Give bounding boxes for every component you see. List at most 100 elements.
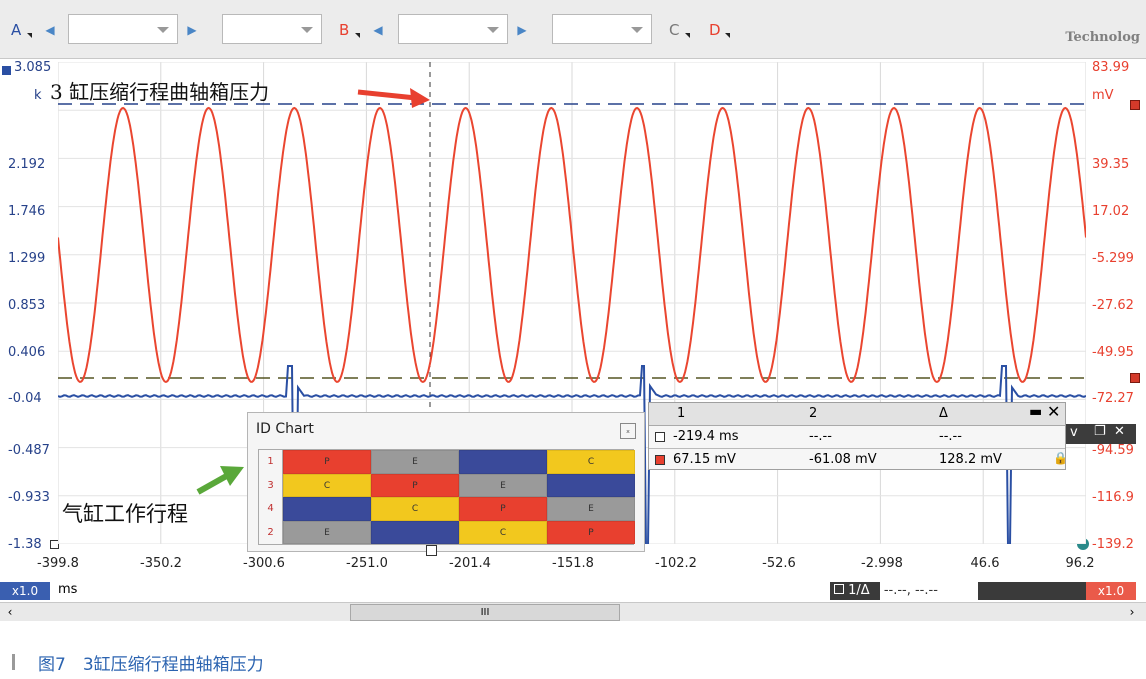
ruler-header-2: 2 (809, 406, 818, 421)
id-chart-cell (459, 450, 547, 474)
scroll-thumb-grip: III (480, 607, 490, 618)
channel-d-label: D (709, 21, 721, 39)
id-chart-cell: C (283, 473, 371, 497)
right-axis-unit: mV (1092, 88, 1114, 103)
right-ref-marker-bottom[interactable] (1130, 373, 1140, 383)
channel-c-button[interactable]: C (664, 16, 694, 44)
left-axis-tick: 0.406 (8, 345, 46, 360)
right-axis-tick: -5.299 (1092, 251, 1134, 266)
id-chart-cell: E (283, 520, 371, 544)
id-chart-row-number: 4 (259, 497, 283, 521)
id-chart-cell: P (459, 497, 547, 521)
x-axis-tick: -251.0 (346, 556, 388, 571)
x-axis-tick: 46.6 (970, 556, 1000, 571)
x-axis-tick: -201.4 (449, 556, 491, 571)
left-axis-tick: 1.299 (8, 251, 46, 266)
ruler-cell: -61.08 mV (809, 452, 877, 467)
left-axis-tick: 3.085 (14, 60, 52, 75)
right-zoom-badge[interactable]: x1.0 (1086, 582, 1136, 600)
annotation-arrow (357, 88, 430, 108)
scroll-left-icon[interactable]: ‹ (2, 604, 18, 620)
left-axis-tick: 2.192 (8, 157, 46, 172)
scroll-right-icon[interactable]: › (1124, 604, 1140, 620)
right-ref-marker-top[interactable] (1130, 100, 1140, 110)
channel-a-coupling-select[interactable] (222, 14, 322, 44)
ruler-cell: 128.2 mV (939, 452, 1002, 467)
ruler-row-voltage: 67.15 mV -61.08 mV 128.2 mV 🔒 (649, 449, 1068, 470)
toolbar: A ◀ ▶ B ◀ ▶ C D Technolog (0, 0, 1146, 59)
channel-a-right-arrow-icon[interactable]: ▶ (182, 16, 202, 44)
x-axis-tick: -300.6 (243, 556, 285, 571)
right-axis-tick: -94.59 (1092, 443, 1134, 458)
horizontal-scrollbar[interactable]: ‹ III › (0, 602, 1146, 621)
time-channel-icon (655, 432, 665, 442)
ruler-panel[interactable]: 1 2 Δ ▬ ✕ -219.4 ms --.-- --.-- 67.15 mV… (648, 402, 1068, 470)
channel-a-label: A (11, 21, 22, 39)
id-chart-cell: C (459, 520, 547, 544)
strip-restore-icon[interactable]: ❐ (1094, 424, 1106, 439)
x-axis-tick: -52.6 (762, 556, 796, 571)
ruler-header-1: 1 (677, 406, 686, 421)
id-chart-resize-handle[interactable] (426, 545, 437, 556)
strip-close-icon[interactable]: ✕ (1114, 424, 1125, 439)
ruler-square-icon (834, 584, 844, 594)
ruler-cell: --.-- (939, 429, 962, 444)
brand-logo: Technolog (1065, 30, 1140, 45)
ruler-close-icon[interactable]: ✕ (1047, 402, 1060, 421)
channel-a-range-select[interactable] (68, 14, 178, 44)
channel-b-label: B (339, 21, 350, 39)
ruler-readout-value: --.--, --.-- (879, 582, 978, 600)
ruler-minimize-icon[interactable]: ▬ (1029, 404, 1042, 420)
channel-b-left-arrow-icon[interactable]: ◀ (368, 16, 388, 44)
id-chart-cell (371, 520, 459, 544)
id-chart-cell: P (371, 473, 459, 497)
left-axis-tick: 0.853 (8, 298, 46, 313)
ruler-cell: -219.4 ms (673, 429, 739, 444)
channel-b-coupling-select[interactable] (552, 14, 652, 44)
id-chart-row-number: 2 (259, 520, 283, 544)
x-axis-tick: 96.2 (1065, 556, 1095, 571)
id-chart-row-number: 1 (259, 450, 283, 474)
channel-b-right-arrow-icon[interactable]: ▶ (512, 16, 532, 44)
left-zoom-badge[interactable]: x1.0 (0, 582, 50, 600)
channel-d-button[interactable]: D (704, 16, 734, 44)
cylinder-stroke-label: 气缸工作行程 (62, 502, 188, 526)
id-chart-row-number: 3 (259, 473, 283, 497)
left-axis-unit: k (34, 88, 42, 103)
id-chart-cell (283, 497, 371, 521)
ruler-readout[interactable]: 1/Δ --.--, --.-- (830, 582, 1086, 600)
id-chart-grid: 1PEC3CPE4CPE2ECP (258, 449, 635, 545)
bottom-bar: x1.0 ms 1/Δ --.--, --.-- x1.0 (0, 580, 1146, 602)
id-chart-cell: E (547, 497, 635, 521)
left-axis-marker[interactable] (2, 66, 11, 75)
x-axis-tick: -2.998 (861, 556, 903, 571)
id-chart-cell (547, 473, 635, 497)
channel-a-button[interactable]: A (6, 16, 36, 44)
id-chart-cell: C (371, 497, 459, 521)
ruler-header-delta: Δ (939, 406, 948, 421)
ruler-cell: --.-- (809, 429, 832, 444)
green-annotation-arrow (196, 466, 244, 495)
x-axis-tick: -151.8 (552, 556, 594, 571)
channel-b-button[interactable]: B (334, 16, 364, 44)
channel-b-range-select[interactable] (398, 14, 508, 44)
scroll-thumb[interactable]: III (350, 604, 620, 621)
secondary-ruler-strip: v ❐ ✕ (1066, 424, 1136, 444)
lock-icon[interactable]: 🔒 (1053, 451, 1068, 465)
time-unit-label: ms (58, 582, 78, 597)
left-axis-tick: 1.746 (8, 204, 46, 219)
channel-a-left-arrow-icon[interactable]: ◀ (40, 16, 60, 44)
right-axis-tick: -139.2 (1092, 537, 1134, 552)
ruler-header: 1 2 Δ ▬ ✕ (649, 402, 1065, 426)
ruler-cell: 67.15 mV (673, 452, 736, 467)
id-chart-cell: C (547, 450, 635, 474)
compression-stroke-label: 3 缸压缩行程曲轴箱压力 (50, 80, 270, 104)
right-axis-tick: -49.95 (1092, 345, 1134, 360)
id-chart-cell: E (459, 473, 547, 497)
figure-caption: 图7 3缸压缩行程曲轴箱压力 (38, 655, 264, 675)
id-chart-close-icon[interactable]: ₓ (620, 423, 636, 439)
right-axis-tick: 17.02 (1092, 204, 1130, 219)
right-axis-tick: -116.9 (1092, 490, 1134, 505)
id-chart-panel[interactable]: ID Chart ₓ 1PEC3CPE4CPE2ECP (247, 412, 645, 556)
x-axis-tick: -350.2 (140, 556, 182, 571)
